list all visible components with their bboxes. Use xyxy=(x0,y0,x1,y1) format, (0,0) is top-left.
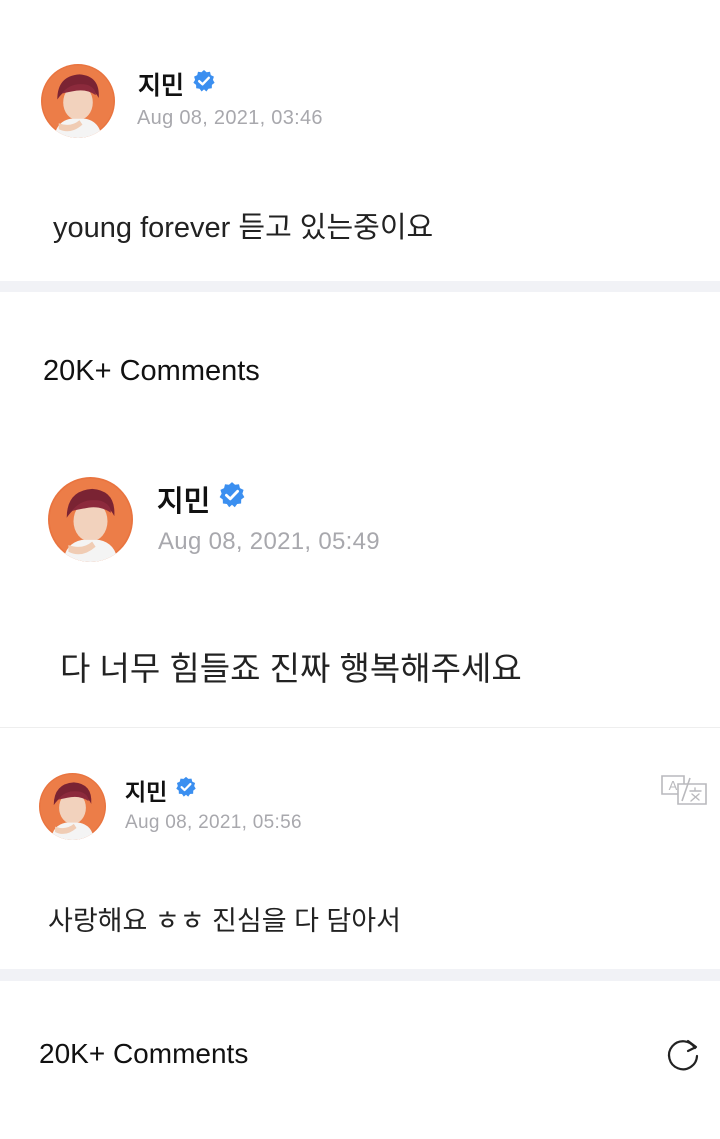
post-author-name: 지민 xyxy=(125,779,168,805)
comment-text: 다 너무 힘들죠 진짜 행복해주세요 xyxy=(60,650,522,687)
section-separator xyxy=(0,281,720,292)
comments-count[interactable]: 20K+ Comments xyxy=(39,1038,248,1070)
verified-badge-icon xyxy=(175,776,197,804)
verified-badge-icon xyxy=(192,69,216,100)
translate-icon[interactable]: A xyxy=(660,772,708,806)
post-timestamp: Aug 08, 2021, 05:56 xyxy=(125,812,302,833)
svg-text:A: A xyxy=(669,778,678,793)
comment-author-name: 지민 xyxy=(157,486,211,518)
post-author[interactable]: 지민 xyxy=(125,775,197,805)
comment-author[interactable]: 지민 xyxy=(157,481,246,518)
refresh-icon[interactable] xyxy=(664,1036,702,1074)
avatar[interactable] xyxy=(39,773,106,840)
post-text: young forever 듣고 있는중이요 xyxy=(53,212,434,244)
section-separator xyxy=(0,969,720,981)
post-author[interactable]: 지민 xyxy=(138,68,216,100)
divider xyxy=(0,727,720,728)
avatar[interactable] xyxy=(41,64,115,138)
comment-timestamp: Aug 08, 2021, 05:49 xyxy=(158,528,380,555)
comments-count[interactable]: 20K+ Comments xyxy=(43,355,260,388)
post-author-name: 지민 xyxy=(138,72,185,100)
verified-badge-icon xyxy=(218,481,246,517)
post-timestamp: Aug 08, 2021, 03:46 xyxy=(137,107,323,129)
post-text: 사랑해요 ㅎㅎ 진심을 다 담아서 xyxy=(48,906,401,936)
avatar[interactable] xyxy=(48,477,133,562)
app-screen: 지민 Aug 08, 2021, 03:46 young forever 듣고 … xyxy=(0,0,720,1139)
